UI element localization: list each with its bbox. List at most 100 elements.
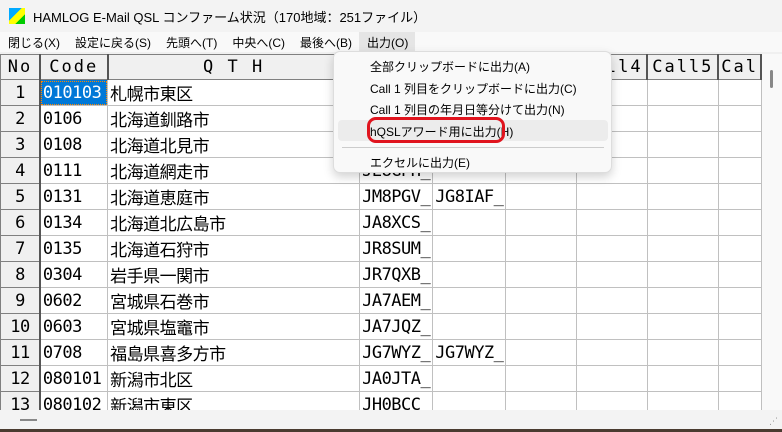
grid-cell[interactable]: JG8IAF_ bbox=[432, 183, 507, 210]
grid-cell[interactable] bbox=[432, 235, 507, 262]
grid-cell[interactable] bbox=[576, 183, 648, 210]
grid-cell[interactable]: 0131 bbox=[39, 183, 109, 210]
menu-go-top[interactable]: 先頭へ(T) bbox=[158, 32, 224, 52]
grid-cell[interactable] bbox=[646, 339, 719, 366]
row-number[interactable]: 13 bbox=[0, 391, 41, 410]
column-header-0[interactable]: No bbox=[0, 54, 41, 80]
grid-cell[interactable]: JR7QXB_ bbox=[359, 261, 434, 288]
grid-cell[interactable] bbox=[576, 261, 648, 288]
grid-cell[interactable]: 北海道北見市 bbox=[107, 131, 361, 158]
grid-cell[interactable]: JA8XCS_ bbox=[359, 209, 434, 236]
grid-cell[interactable]: 北海道網走市 bbox=[107, 157, 361, 184]
menu-item-output-call1-split-date[interactable]: Call 1 列目の年月日等分けて出力(N) bbox=[338, 98, 608, 119]
grid-cell[interactable] bbox=[646, 313, 719, 340]
grid-cell[interactable]: 北海道釧路市 bbox=[107, 105, 361, 132]
grid-cell[interactable] bbox=[576, 391, 648, 410]
grid-cell[interactable]: 0135 bbox=[39, 235, 109, 262]
grid-cell[interactable] bbox=[576, 287, 648, 314]
grid-cell[interactable] bbox=[646, 105, 719, 132]
grid-cell[interactable] bbox=[505, 183, 578, 210]
grid-cell[interactable] bbox=[646, 183, 719, 210]
grid-cell[interactable] bbox=[576, 209, 648, 236]
grid-cell[interactable] bbox=[646, 131, 719, 158]
horizontal-scroll-thumb[interactable] bbox=[20, 419, 37, 421]
resize-grip-icon[interactable]: ⋰ bbox=[769, 416, 778, 427]
vertical-scroll-thumb[interactable] bbox=[770, 70, 773, 88]
grid-cell[interactable] bbox=[646, 79, 719, 106]
grid-cell[interactable] bbox=[576, 339, 648, 366]
grid-cell[interactable] bbox=[717, 261, 762, 288]
grid-cell[interactable] bbox=[505, 391, 578, 410]
grid-cell[interactable]: 札幌市東区 bbox=[107, 79, 361, 106]
grid-cell[interactable]: JG7WYZ_ bbox=[432, 339, 507, 366]
grid-cell[interactable]: 080102 bbox=[39, 391, 109, 410]
grid-cell[interactable]: 0602 bbox=[39, 287, 109, 314]
row-number[interactable]: 6 bbox=[0, 209, 41, 236]
grid-cell[interactable] bbox=[717, 391, 762, 410]
grid-cell[interactable]: 宮城県石巻市 bbox=[107, 287, 361, 314]
grid-cell[interactable] bbox=[646, 261, 719, 288]
grid-cell[interactable] bbox=[646, 209, 719, 236]
grid-cell[interactable]: 福島県喜多方市 bbox=[107, 339, 361, 366]
menu-item-copy-all-clipboard[interactable]: 全部クリップボードに出力(A) bbox=[338, 55, 608, 76]
grid-cell[interactable]: JH0BCC_ bbox=[359, 391, 434, 410]
grid-cell[interactable] bbox=[646, 235, 719, 262]
grid-cell[interactable]: 新潟市北区 bbox=[107, 365, 361, 392]
grid-cell[interactable] bbox=[432, 261, 507, 288]
grid-cell[interactable]: JR8SUM_ bbox=[359, 235, 434, 262]
grid-cell[interactable] bbox=[432, 391, 507, 410]
grid-cell[interactable]: 北海道恵庭市 bbox=[107, 183, 361, 210]
row-number[interactable]: 9 bbox=[0, 287, 41, 314]
grid-cell[interactable]: 0134 bbox=[39, 209, 109, 236]
grid-cell[interactable]: 岩手県一関市 bbox=[107, 261, 361, 288]
menu-item-copy-call1-clipboard[interactable]: Call 1 列目をクリップボードに出力(C) bbox=[338, 77, 608, 98]
grid-cell[interactable] bbox=[505, 235, 578, 262]
grid-cell[interactable] bbox=[717, 313, 762, 340]
grid-cell[interactable] bbox=[717, 365, 762, 392]
grid-cell[interactable] bbox=[505, 209, 578, 236]
grid-cell[interactable]: 宮城県塩竈市 bbox=[107, 313, 361, 340]
row-number[interactable]: 10 bbox=[0, 313, 41, 340]
row-number[interactable]: 4 bbox=[0, 157, 41, 184]
grid-cell[interactable] bbox=[717, 339, 762, 366]
row-number[interactable]: 12 bbox=[0, 365, 41, 392]
grid-cell[interactable] bbox=[576, 235, 648, 262]
grid-cell[interactable]: JM8PGV_ bbox=[359, 183, 434, 210]
grid-cell[interactable]: JA0JTA_ bbox=[359, 365, 434, 392]
menu-close[interactable]: 閉じる(X) bbox=[0, 32, 67, 52]
grid-cell[interactable] bbox=[505, 339, 578, 366]
column-header-1[interactable]: Code bbox=[39, 54, 109, 80]
column-header-2[interactable]: Q T H bbox=[107, 54, 361, 80]
menu-go-center[interactable]: 中央へ(C) bbox=[224, 32, 292, 52]
grid-cell[interactable] bbox=[717, 131, 762, 158]
grid-cell[interactable]: 0304 bbox=[39, 261, 109, 288]
grid-cell[interactable]: 0108 bbox=[39, 131, 109, 158]
grid-cell[interactable] bbox=[432, 313, 507, 340]
grid-cell[interactable] bbox=[717, 105, 762, 132]
grid-cell[interactable]: 080101 bbox=[39, 365, 109, 392]
row-number[interactable]: 5 bbox=[0, 183, 41, 210]
row-number[interactable]: 3 bbox=[0, 131, 41, 158]
grid-cell[interactable] bbox=[646, 287, 719, 314]
row-number[interactable]: 1 bbox=[0, 79, 41, 106]
grid-cell[interactable] bbox=[432, 287, 507, 314]
menu-item-output-hqsl-award[interactable]: hQSLアワード用に出力(H) bbox=[338, 117, 608, 143]
grid-cell[interactable]: 0111 bbox=[39, 157, 109, 184]
row-number[interactable]: 2 bbox=[0, 105, 41, 132]
grid-cell[interactable]: 010103 bbox=[39, 79, 109, 106]
menu-output[interactable]: 出力(O) bbox=[359, 32, 416, 52]
grid-cell[interactable] bbox=[717, 287, 762, 314]
grid-cell[interactable] bbox=[717, 183, 762, 210]
grid-cell[interactable] bbox=[646, 391, 719, 410]
grid-cell[interactable]: JA7JQZ_ bbox=[359, 313, 434, 340]
grid-cell[interactable]: 新潟市東区 bbox=[107, 391, 361, 410]
column-header-7[interactable]: Call5 bbox=[646, 54, 720, 80]
row-number[interactable]: 8 bbox=[0, 261, 41, 288]
grid-cell[interactable] bbox=[717, 235, 762, 262]
grid-cell[interactable]: 0106 bbox=[39, 105, 109, 132]
grid-cell[interactable]: 0708 bbox=[39, 339, 109, 366]
grid-cell[interactable]: 北海道北広島市 bbox=[107, 209, 361, 236]
grid-cell[interactable] bbox=[505, 287, 578, 314]
row-number[interactable]: 11 bbox=[0, 339, 41, 366]
grid-cell[interactable] bbox=[646, 157, 719, 184]
